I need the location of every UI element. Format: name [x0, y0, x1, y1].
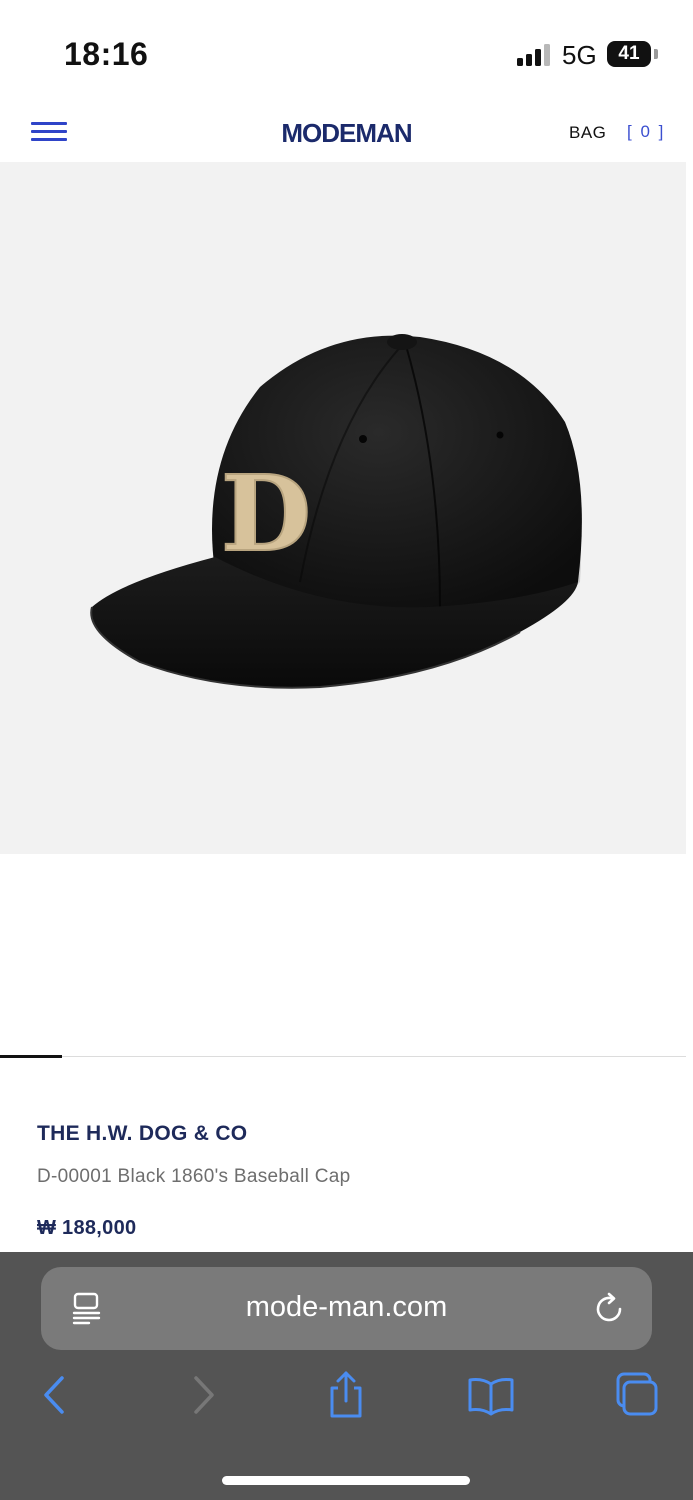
battery-icon: 41 — [607, 41, 651, 67]
logo-patch-letter: D — [221, 452, 311, 575]
product-image[interactable]: D — [0, 162, 686, 854]
baseball-cap-illustration: D — [90, 334, 582, 689]
reload-icon[interactable] — [593, 1292, 627, 1326]
product-price: ₩ 188,000 — [37, 1217, 137, 1239]
back-chevron-icon[interactable] — [30, 1370, 80, 1420]
cellular-signal-icon — [517, 44, 553, 66]
battery-cap — [654, 49, 658, 59]
gallery-progress-track — [0, 1056, 686, 1057]
bookmarks-icon[interactable] — [466, 1370, 516, 1420]
share-icon[interactable] — [321, 1370, 371, 1420]
forward-chevron-icon[interactable] — [178, 1370, 228, 1420]
site-header: MODEMAN BAG [ 0 ] — [0, 100, 693, 162]
url-text[interactable]: mode-man.com — [41, 1291, 652, 1324]
browser-toolbar: mode-man.com — [0, 1252, 693, 1500]
tabs-icon[interactable] — [612, 1370, 662, 1420]
bag-count[interactable]: [ 0 ] — [627, 122, 665, 142]
home-indicator — [222, 1476, 470, 1485]
bag-link[interactable]: BAG — [569, 123, 606, 143]
address-bar[interactable]: mode-man.com — [41, 1267, 652, 1350]
status-time: 18:16 — [64, 36, 149, 72]
status-bar: 18:16 5G 41 — [0, 0, 693, 100]
product-brand[interactable]: THE H.W. DOG & CO — [37, 1122, 247, 1146]
network-type: 5G — [562, 40, 597, 70]
product-name: D-00001 Black 1860's Baseball Cap — [37, 1166, 351, 1187]
gallery-progress-fill — [0, 1055, 62, 1058]
